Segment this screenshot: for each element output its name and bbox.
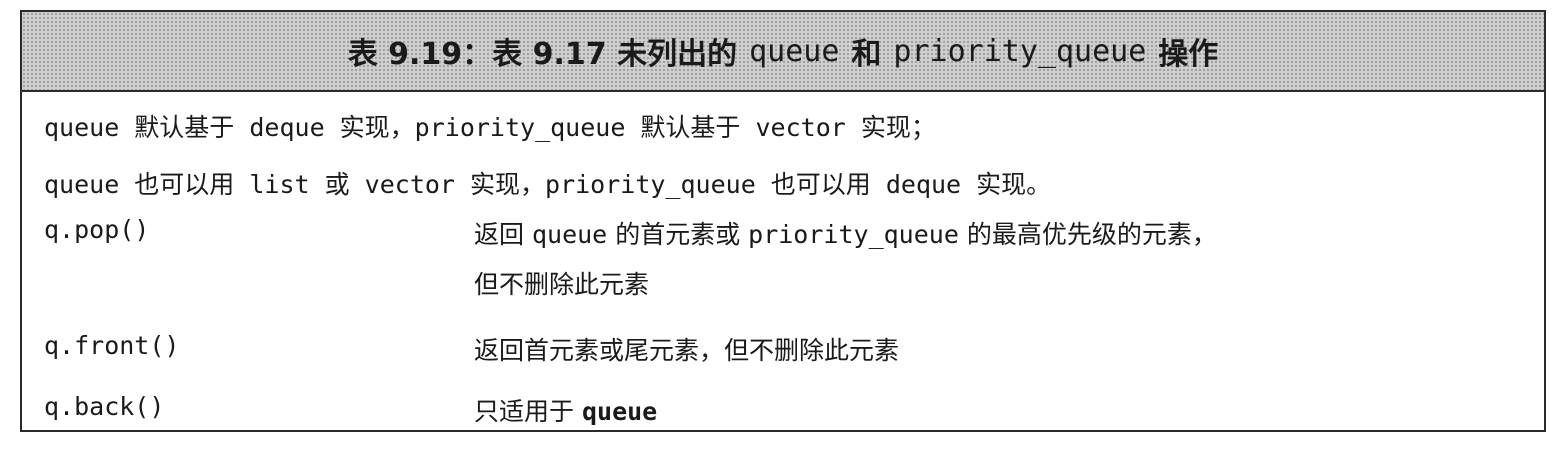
row-code-back: q.back() xyxy=(44,392,165,421)
table-note-default-containers: queue 默认基于 deque 实现，priority_queue 默认基于 … xyxy=(44,113,936,142)
desc-text: 的首元素或 xyxy=(615,220,741,249)
desc-text: 只适用于 xyxy=(474,397,575,426)
desc-text: 的最高优先级的元素， xyxy=(966,220,1217,249)
caption-term-priority-queue: priority_queue xyxy=(893,33,1147,69)
desc-term-queue: queue xyxy=(531,220,608,249)
row-desc-pop: 返回 queue 的首元素或 priority_queue 的最高优先级的元素， xyxy=(474,215,1217,251)
caption-term-queue: queue xyxy=(749,33,840,69)
row-desc-front: 返回首元素或尾元素，但不删除此元素 xyxy=(474,336,900,365)
row-desc-pop-line2: 但不删除此元素 xyxy=(474,270,650,299)
desc-term-priority-queue: priority_queue xyxy=(748,220,959,249)
row-desc-back: 只适用于 queue xyxy=(474,392,657,428)
caption-prefix: 表 9.19：表 9.17 未列出的 xyxy=(347,37,738,72)
table-note-alternative-containers: queue 也可以用 list 或 vector 实现，priority_que… xyxy=(44,170,1052,199)
desc-text: 返回 xyxy=(474,220,525,249)
row-code-pop: q.pop() xyxy=(44,215,150,244)
operations-table: 表 9.19：表 9.17 未列出的 queue 和 priority_queu… xyxy=(20,10,1546,432)
caption-conjunction: 和 xyxy=(851,37,882,72)
desc-term-queue-bold: queue xyxy=(581,397,658,426)
row-code-front: q.front() xyxy=(44,331,180,360)
caption-suffix: 操作 xyxy=(1158,37,1219,72)
table-caption: 表 9.19：表 9.17 未列出的 queue 和 priority_queu… xyxy=(22,12,1544,92)
